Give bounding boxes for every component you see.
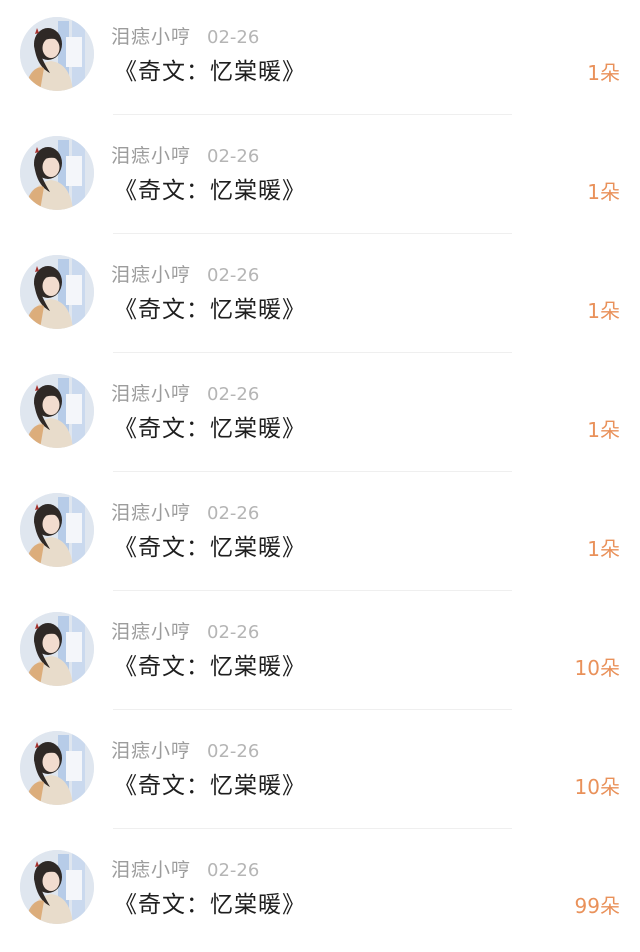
book-title[interactable]: 《奇文：忆棠暖》	[114, 770, 306, 802]
user-avatar-icon[interactable]	[20, 493, 94, 567]
divider	[113, 114, 512, 115]
book-title[interactable]: 《奇文：忆棠暖》	[114, 651, 306, 683]
username[interactable]: 泪痣小哼	[111, 621, 191, 643]
divider	[113, 233, 512, 234]
divider	[113, 709, 512, 710]
user-avatar-icon[interactable]	[20, 136, 94, 210]
book-title[interactable]: 《奇文：忆棠暖》	[114, 294, 306, 326]
username[interactable]: 泪痣小哼	[111, 740, 191, 762]
gift-amount: 1朵	[587, 418, 620, 442]
gift-amount: 10朵	[574, 775, 620, 799]
gift-record-item[interactable]: 泪痣小哼 02-26 《奇文：忆棠暖》 1朵	[0, 0, 640, 119]
username[interactable]: 泪痣小哼	[111, 264, 191, 286]
record-meta: 泪痣小哼 02-26	[111, 498, 259, 528]
gift-amount: 1朵	[587, 180, 620, 204]
gift-amount: 1朵	[587, 61, 620, 85]
book-title[interactable]: 《奇文：忆棠暖》	[114, 56, 306, 88]
record-meta: 泪痣小哼 02-26	[111, 22, 259, 52]
gift-record-item[interactable]: 泪痣小哼 02-26 《奇文：忆棠暖》 1朵	[0, 476, 640, 595]
user-avatar-icon[interactable]	[20, 850, 94, 924]
gift-record-item[interactable]: 泪痣小哼 02-26 《奇文：忆棠暖》 99朵	[0, 833, 640, 952]
gift-record-list: 泪痣小哼 02-26 《奇文：忆棠暖》 1朵 泪痣小哼 02-26 《奇文：忆棠…	[0, 0, 640, 941]
gift-amount: 1朵	[587, 299, 620, 323]
gift-date: 02-26	[207, 503, 260, 524]
user-avatar-icon[interactable]	[20, 374, 94, 448]
book-title[interactable]: 《奇文：忆棠暖》	[114, 413, 306, 445]
divider	[113, 828, 512, 829]
gift-date: 02-26	[207, 741, 260, 762]
gift-date: 02-26	[207, 265, 260, 286]
username[interactable]: 泪痣小哼	[111, 502, 191, 524]
gift-date: 02-26	[207, 860, 260, 881]
gift-amount: 1朵	[587, 537, 620, 561]
gift-amount: 10朵	[574, 656, 620, 680]
record-meta: 泪痣小哼 02-26	[111, 617, 259, 647]
username[interactable]: 泪痣小哼	[111, 26, 191, 48]
record-meta: 泪痣小哼 02-26	[111, 141, 259, 171]
gift-record-item[interactable]: 泪痣小哼 02-26 《奇文：忆棠暖》 10朵	[0, 714, 640, 833]
user-avatar-icon[interactable]	[20, 17, 94, 91]
username[interactable]: 泪痣小哼	[111, 145, 191, 167]
record-meta: 泪痣小哼 02-26	[111, 855, 259, 885]
divider	[113, 471, 512, 472]
gift-date: 02-26	[207, 146, 260, 167]
user-avatar-icon[interactable]	[20, 612, 94, 686]
gift-record-item[interactable]: 泪痣小哼 02-26 《奇文：忆棠暖》 10朵	[0, 595, 640, 714]
user-avatar-icon[interactable]	[20, 255, 94, 329]
gift-record-item[interactable]: 泪痣小哼 02-26 《奇文：忆棠暖》 1朵	[0, 238, 640, 357]
user-avatar-icon[interactable]	[20, 731, 94, 805]
book-title[interactable]: 《奇文：忆棠暖》	[114, 889, 306, 921]
gift-date: 02-26	[207, 27, 260, 48]
gift-record-item[interactable]: 泪痣小哼 02-26 《奇文：忆棠暖》 1朵	[0, 119, 640, 238]
username[interactable]: 泪痣小哼	[111, 383, 191, 405]
divider	[113, 590, 512, 591]
username[interactable]: 泪痣小哼	[111, 859, 191, 881]
gift-record-item[interactable]: 泪痣小哼 02-26 《奇文：忆棠暖》 1朵	[0, 357, 640, 476]
record-meta: 泪痣小哼 02-26	[111, 736, 259, 766]
divider	[113, 352, 512, 353]
record-meta: 泪痣小哼 02-26	[111, 379, 259, 409]
book-title[interactable]: 《奇文：忆棠暖》	[114, 532, 306, 564]
record-meta: 泪痣小哼 02-26	[111, 260, 259, 290]
book-title[interactable]: 《奇文：忆棠暖》	[114, 175, 306, 207]
gift-amount: 99朵	[574, 894, 620, 918]
gift-date: 02-26	[207, 384, 260, 405]
gift-date: 02-26	[207, 622, 260, 643]
